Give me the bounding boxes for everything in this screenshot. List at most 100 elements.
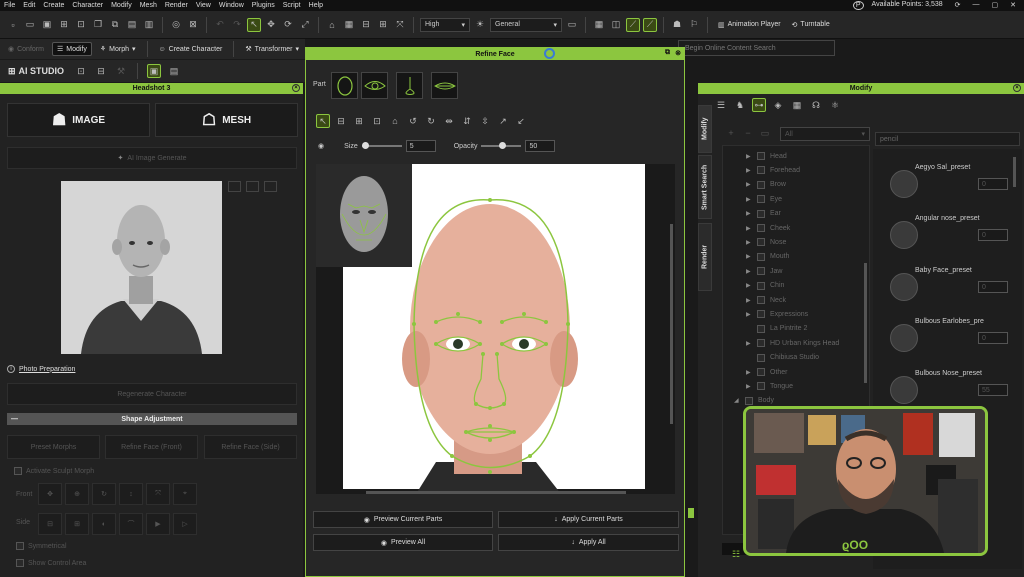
scene-icon[interactable]: ▥ [142,18,156,32]
tree-checkbox[interactable] [757,180,765,189]
copy-icon[interactable]: ❐ [91,18,105,32]
graph-icon[interactable]: ⟋ [626,17,640,32]
mirror-v-icon[interactable]: ⇵ [460,114,474,128]
rotate-left-icon[interactable]: ↺ [406,114,420,128]
tree-item[interactable]: ▶ Tongue [746,380,793,392]
reset-home-icon[interactable]: ⌂ [388,114,402,128]
conform-button[interactable]: ◉ Conform [4,42,48,56]
available-points[interactable]: Available Points: 3,538 [868,1,947,10]
expand-right-icon[interactable]: ▶ [746,383,752,390]
sculpt-tool[interactable]: ⌒ [119,513,143,535]
activate-sculpt-checkbox[interactable] [14,467,22,475]
visibility-eye-icon[interactable]: ◉ [318,142,324,150]
size-spinbox[interactable]: 5 [405,140,436,152]
morph-button[interactable]: ⚘ Morph ▾ [96,42,140,56]
preset-value[interactable]: 55 [978,384,1008,396]
preset-value[interactable]: 0 [978,332,1008,344]
tree-checkbox[interactable] [757,166,765,175]
open-folder-icon[interactable]: ▭ [23,18,37,32]
render-icon[interactable]: ◫ [609,18,623,32]
tree-item[interactable]: La Pintrite 2 [746,323,807,335]
preset-morphs-button[interactable]: Preset Morphs [7,435,100,459]
turntable-button[interactable]: ⟲ Turntable [788,18,834,32]
ai-image-generate-button[interactable]: ✦ AI Image Generate [7,147,297,169]
minimize-icon[interactable]: — [969,1,984,10]
tool-icon[interactable]: ⚒ [114,64,128,78]
preset-item[interactable]: Baby Face_preset 0 [880,263,1020,309]
menu-render[interactable]: Render [161,2,192,9]
grid-view-icon[interactable]: ☷ [732,549,740,560]
expand-right-icon[interactable]: ▶ [746,196,752,203]
expand-right-icon[interactable]: ▶ [746,153,752,160]
online-search-field[interactable]: Begin Online Content Search [678,40,835,56]
tree-checkbox[interactable] [757,281,765,290]
tree-item[interactable]: ▶ Brow [746,179,786,191]
preset-scrollbar[interactable] [1013,157,1016,187]
material-icon[interactable]: ◈ [771,98,785,112]
tree-checkbox[interactable] [757,310,765,319]
project-icon[interactable]: ▤ [125,18,139,32]
refine-face-side-button[interactable]: Refine Face (Side) [204,435,297,459]
apply-all-button[interactable]: ↓ Apply All [498,534,679,551]
expand-right-icon[interactable]: ▶ [746,167,752,174]
preset-item[interactable]: Aegyo Sal_preset 0 [880,160,1020,206]
morph-sliders-icon[interactable]: ⊶ [752,98,766,112]
align-icon[interactable]: ⊟ [334,114,348,128]
tree-checkbox[interactable] [757,296,765,304]
preview-all-button[interactable]: ◉ Preview All [313,534,493,551]
expand-right-icon[interactable]: ▶ [746,297,752,304]
viewport-v-scrollbar[interactable] [670,224,673,424]
expand-right-icon[interactable]: ▶ [746,181,752,188]
head-icon[interactable]: ☊ [809,98,823,112]
tab-smart-search[interactable]: Smart Search [698,155,712,219]
flag-icon[interactable]: ⚐ [687,18,701,32]
menu-create[interactable]: Create [39,2,68,9]
undo-icon[interactable]: ↶ [213,18,227,32]
image-mode-button[interactable]: ☗ IMAGE [7,103,150,137]
quality-select[interactable]: High ▾ [420,17,470,32]
close-icon[interactable]: ⊗ [675,49,681,57]
ai-image-icon[interactable]: ▤ [167,64,181,78]
preset-item[interactable]: Angular nose_preset 0 [880,211,1020,257]
headshot-icon[interactable]: ▣ [147,64,162,78]
export-icon[interactable]: ⊡ [74,18,88,32]
refine-face-front-button[interactable]: Refine Face (Front) [105,435,198,459]
smart-search-icon[interactable]: ◎ [169,18,183,32]
sliders-icon[interactable]: ☰ [714,98,728,112]
regenerate-character-button[interactable]: Regenerate Character [7,383,297,405]
rotate-tool-icon[interactable]: ⟳ [281,18,295,32]
create-character-button[interactable]: ☺ Create Character [155,42,227,56]
expand-down-icon[interactable]: ◢ [734,397,740,404]
atom-icon[interactable]: ⚛ [828,98,842,112]
expand-right-icon[interactable]: ▶ [746,311,752,318]
checker-icon[interactable]: ▦ [790,98,804,112]
symmetrical-row[interactable]: Symmetrical [16,542,67,550]
close-icon[interactable]: ✕ [1006,1,1020,10]
tree-item[interactable]: ▶ Forehead [746,164,800,176]
tree-checkbox[interactable] [745,396,753,405]
pose-icon[interactable]: ♞ [733,98,747,112]
animation-player-button[interactable]: ▥ Animation Player [714,18,785,32]
tree-checkbox[interactable] [757,267,765,276]
expand-right-icon[interactable]: ▶ [746,282,752,289]
mirror-h-icon[interactable]: ⇹ [442,114,456,128]
part-nose-button[interactable] [396,72,423,99]
menu-mesh[interactable]: Mesh [136,2,161,9]
import-icon[interactable]: ⊞ [57,18,71,32]
person-icon[interactable]: ☗ [670,18,684,32]
sculpt-tool[interactable]: ◐ [92,513,116,535]
preset-value[interactable]: 0 [978,281,1008,293]
ai-studio-button[interactable]: ⊞ AI STUDIO [4,64,68,78]
tree-item[interactable]: ▶ Head [746,150,787,162]
refresh-icon[interactable]: ⟳ [951,1,965,10]
tree-checkbox[interactable] [757,382,765,391]
new-file-icon[interactable]: ▫ [6,18,20,32]
tree-checkbox[interactable] [757,152,765,160]
sculpt-tool[interactable]: ▷ [173,513,197,535]
menu-modify[interactable]: Modify [107,2,136,9]
tree-item[interactable]: ▶ HD Urban Kings Head [746,337,839,349]
photo-tool-2[interactable] [246,181,259,192]
expand-right-icon[interactable]: ▶ [746,268,752,275]
tree-item[interactable]: ▶ Nose [746,236,786,248]
tree-checkbox[interactable] [757,195,765,204]
